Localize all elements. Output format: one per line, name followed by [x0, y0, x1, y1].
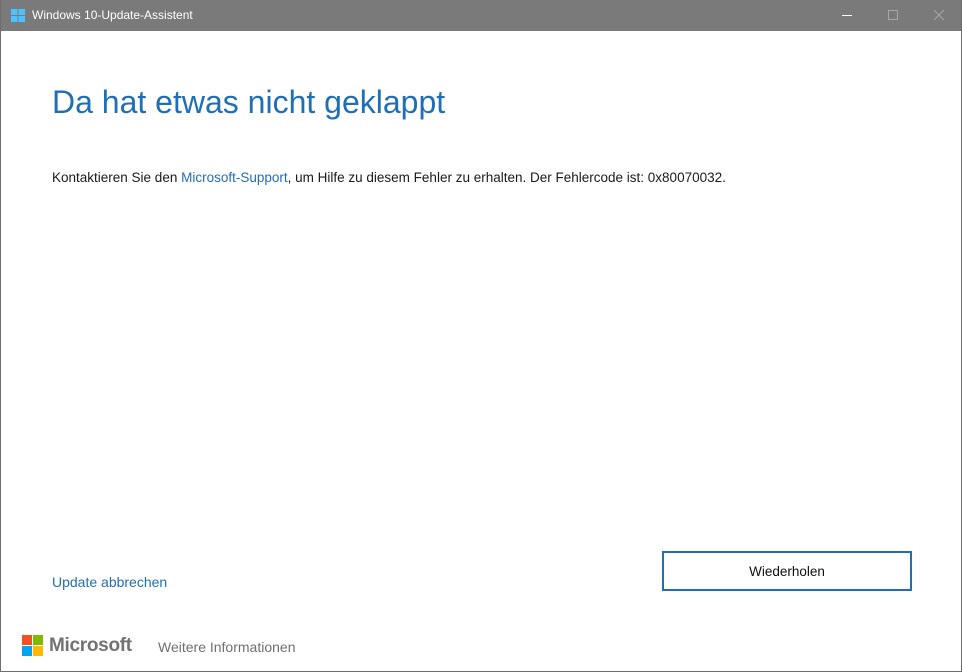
error-message-prefix: Kontaktieren Sie den [52, 170, 182, 185]
retry-button[interactable]: Wiederholen [662, 551, 912, 591]
error-message-suffix: , um Hilfe zu diesem Fehler zu erhalten.… [287, 170, 726, 185]
microsoft-wordmark: Microsoft [49, 635, 132, 656]
more-info-link[interactable]: Weitere Informationen [158, 638, 295, 656]
title-bar[interactable]: Windows 10-Update-Assistent [1, 0, 961, 31]
minimize-icon [842, 15, 852, 16]
maximize-icon [888, 10, 898, 20]
page-title: Da hat etwas nicht geklappt [52, 84, 446, 120]
microsoft-logo-icon [22, 635, 43, 656]
microsoft-support-link[interactable]: Microsoft-Support [181, 170, 288, 185]
update-assistant-window: Windows 10-Update-Assistent Da hat etwas… [0, 0, 962, 672]
close-icon [934, 10, 944, 20]
error-message: Kontaktieren Sie den Microsoft-Support, … [52, 169, 726, 187]
windows-logo-icon [11, 9, 25, 22]
maximize-button[interactable] [870, 0, 916, 31]
cancel-update-link[interactable]: Update abbrechen [52, 573, 167, 591]
close-button[interactable] [916, 0, 962, 31]
window-title: Windows 10-Update-Assistent [32, 8, 193, 22]
minimize-button[interactable] [824, 0, 870, 31]
